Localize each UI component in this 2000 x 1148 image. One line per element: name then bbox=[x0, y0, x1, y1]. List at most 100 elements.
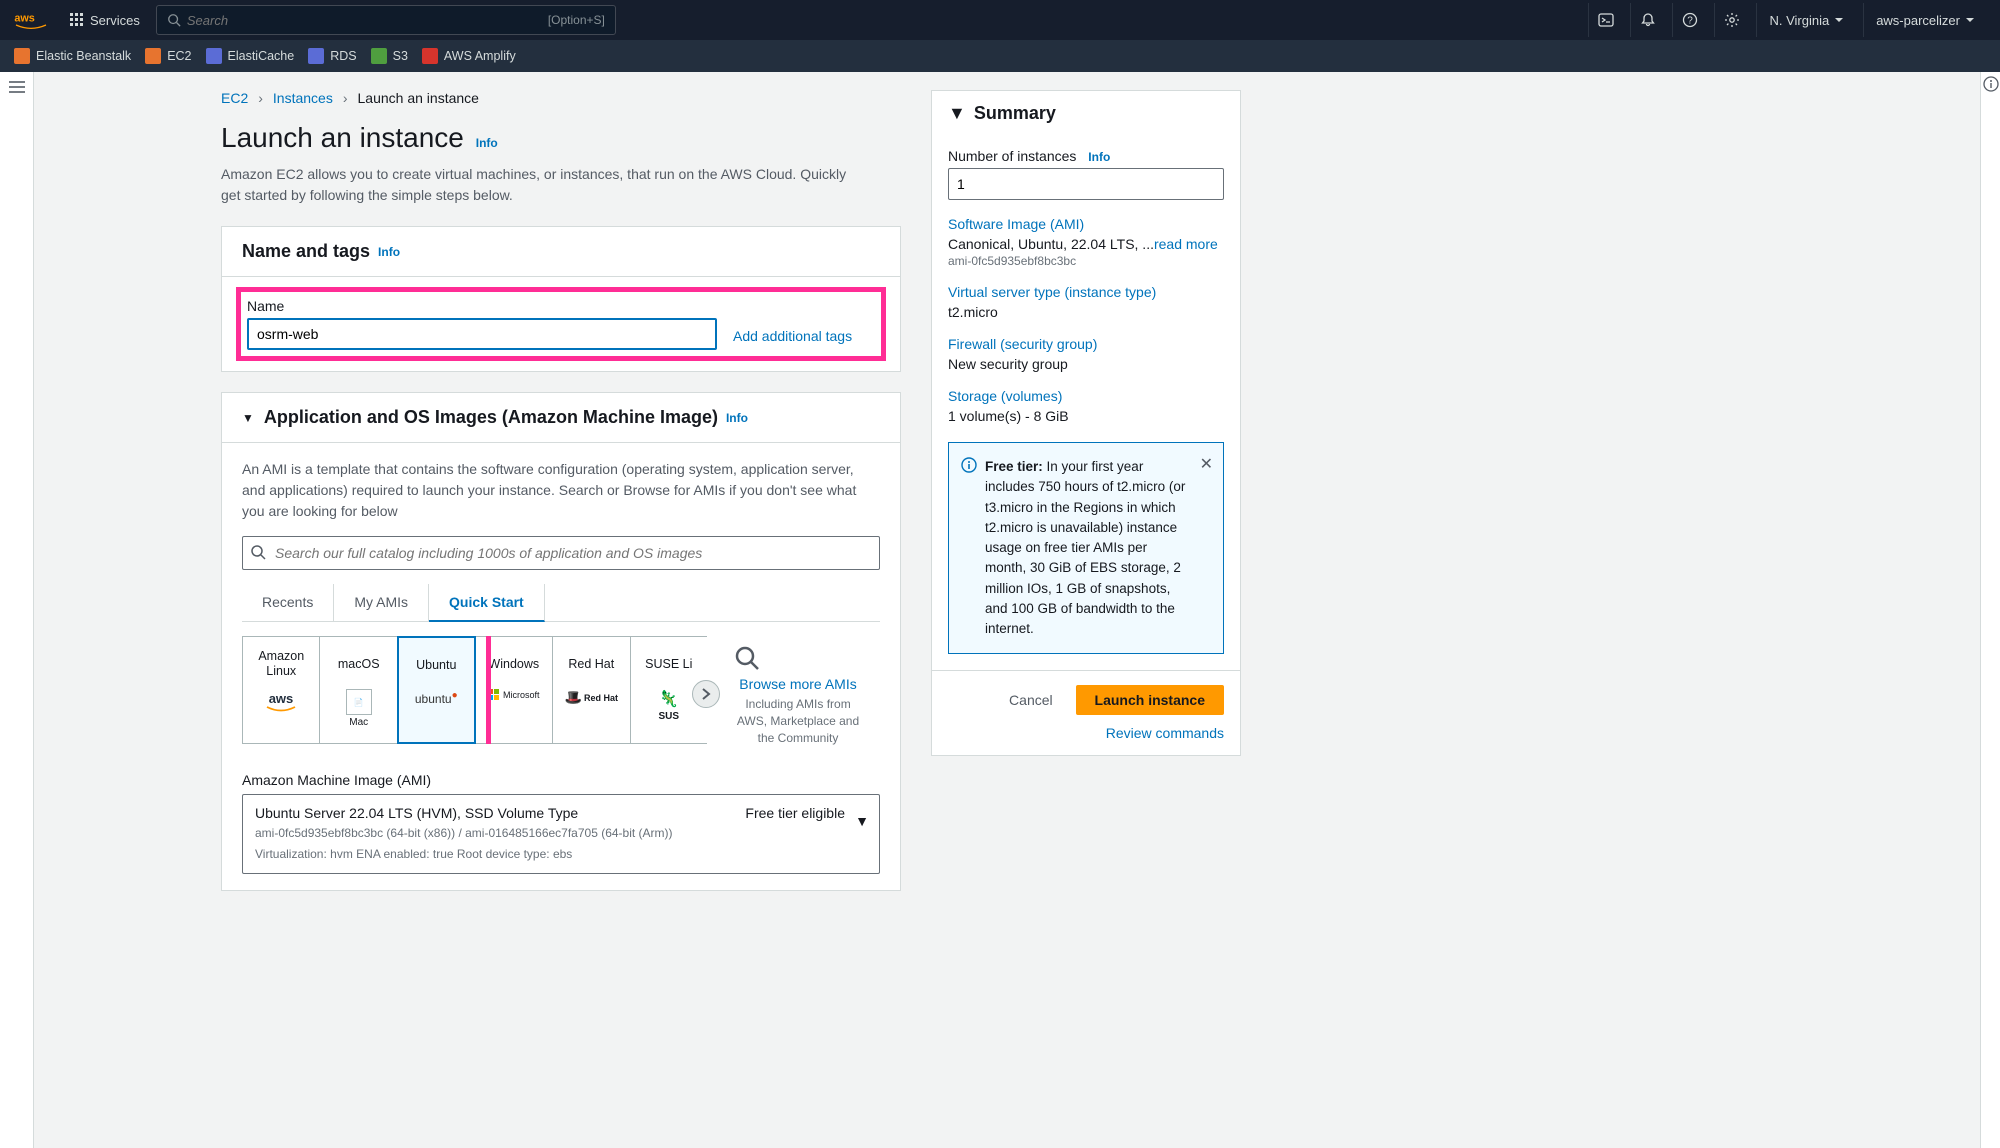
global-search[interactable]: [Option+S] bbox=[156, 5, 616, 35]
service-icon bbox=[14, 48, 30, 64]
chevron-down-icon bbox=[1966, 18, 1974, 22]
search-icon bbox=[250, 544, 266, 560]
service-icon bbox=[206, 48, 222, 64]
browse-more-amis[interactable]: Browse more AMIs Including AMIs from AWS,… bbox=[723, 636, 873, 754]
search-icon bbox=[167, 13, 181, 27]
cloudshell-icon[interactable] bbox=[1588, 3, 1622, 37]
svg-text:?: ? bbox=[1687, 16, 1693, 27]
collapse-icon[interactable]: ▼ bbox=[242, 411, 254, 425]
mac-logo: 📄Mac bbox=[346, 689, 372, 728]
favorite-elasticache[interactable]: ElastiCache bbox=[206, 48, 295, 64]
services-menu[interactable]: Services bbox=[62, 9, 148, 32]
ami-search-input[interactable] bbox=[242, 536, 880, 570]
account-menu[interactable]: aws-parcelizer bbox=[1863, 3, 1986, 37]
free-tier-alert: ✕ Free tier: In your first year includes… bbox=[948, 442, 1224, 654]
num-instances-input[interactable] bbox=[948, 168, 1224, 200]
panel-title: Name and tags bbox=[242, 241, 370, 262]
summary-sg-link[interactable]: Firewall (security group) bbox=[948, 336, 1224, 352]
help-icon[interactable]: ? bbox=[1672, 3, 1706, 37]
summary-storage-val: 1 volume(s) - 8 GiB bbox=[948, 408, 1224, 424]
aws-logo: aws bbox=[261, 689, 301, 715]
info-link[interactable]: Info bbox=[378, 245, 400, 259]
os-card-ubuntu[interactable]: Ubuntuubuntu● bbox=[397, 636, 476, 744]
breadcrumb-ec2[interactable]: EC2 bbox=[221, 90, 248, 106]
launch-instance-button[interactable]: Launch instance bbox=[1076, 685, 1224, 715]
chevron-down-icon: ▼ bbox=[855, 813, 869, 829]
chevron-right-icon: › bbox=[343, 90, 348, 106]
summary-title: Summary bbox=[974, 103, 1056, 124]
grid-icon bbox=[70, 13, 84, 27]
info-icon[interactable] bbox=[1983, 76, 1999, 1148]
favorite-elastic-beanstalk[interactable]: Elastic Beanstalk bbox=[14, 48, 131, 64]
breadcrumb-current: Launch an instance bbox=[358, 90, 479, 106]
ami-description: An AMI is a template that contains the s… bbox=[242, 459, 880, 522]
info-link[interactable]: Info bbox=[726, 411, 748, 425]
search-input[interactable] bbox=[181, 13, 548, 28]
add-tags-link[interactable]: Add additional tags bbox=[733, 328, 852, 350]
tab-quick-start[interactable]: Quick Start bbox=[429, 584, 545, 622]
browse-more-link[interactable]: Browse more AMIs bbox=[733, 676, 863, 692]
review-commands-link[interactable]: Review commands bbox=[948, 725, 1224, 741]
summary-panel: ▼ Summary Number of instances Info Softw… bbox=[931, 90, 1241, 756]
summary-ami-id: ami-0fc5d935ebf8bc3bc bbox=[948, 254, 1224, 268]
os-card-red-hat[interactable]: Red Hat🎩Red Hat bbox=[552, 636, 630, 744]
service-icon bbox=[145, 48, 161, 64]
search-icon bbox=[733, 644, 863, 672]
favorite-s3[interactable]: S3 bbox=[371, 48, 408, 64]
cancel-button[interactable]: Cancel bbox=[990, 685, 1072, 715]
tab-my-amis[interactable]: My AMIs bbox=[334, 584, 429, 621]
close-icon[interactable]: ✕ bbox=[1200, 453, 1213, 477]
microsoft-logo: Microsoft bbox=[488, 689, 540, 701]
settings-icon[interactable] bbox=[1714, 3, 1748, 37]
free-tier-badge: Free tier eligible bbox=[745, 805, 845, 821]
summary-type-val: t2.micro bbox=[948, 304, 1224, 320]
ami-selected-meta2: Virtualization: hvm ENA enabled: true Ro… bbox=[255, 846, 867, 863]
read-more-link[interactable]: read more bbox=[1154, 236, 1218, 252]
favorite-aws-amplify[interactable]: AWS Amplify bbox=[422, 48, 516, 64]
favorite-ec2[interactable]: EC2 bbox=[145, 48, 191, 64]
page-subtitle: Amazon EC2 allows you to create virtual … bbox=[221, 164, 861, 206]
tab-recents[interactable]: Recents bbox=[242, 584, 334, 621]
notifications-icon[interactable] bbox=[1630, 3, 1664, 37]
chevron-right-icon: › bbox=[258, 90, 263, 106]
service-icon bbox=[422, 48, 438, 64]
sus-logo: 🦎SUS bbox=[658, 689, 679, 722]
breadcrumb: EC2 › Instances › Launch an instance bbox=[221, 90, 901, 106]
summary-type-link[interactable]: Virtual server type (instance type) bbox=[948, 284, 1224, 300]
info-link[interactable]: Info bbox=[1088, 150, 1110, 164]
favorite-rds[interactable]: RDS bbox=[308, 48, 356, 64]
ami-tabs: RecentsMy AMIsQuick Start bbox=[242, 584, 880, 622]
name-tags-panel: Name and tags Info Name Add additional t… bbox=[221, 226, 901, 372]
redhat-logo: 🎩Red Hat bbox=[565, 689, 618, 706]
ami-field-label: Amazon Machine Image (AMI) bbox=[242, 772, 880, 788]
search-shortcut: [Option+S] bbox=[548, 13, 605, 27]
aws-logo[interactable]: aws bbox=[14, 10, 48, 30]
ami-dropdown[interactable]: Ubuntu Server 22.04 LTS (HVM), SSD Volum… bbox=[242, 794, 880, 874]
right-rail bbox=[1980, 72, 2000, 1148]
collapse-icon[interactable]: ▼ bbox=[948, 103, 966, 124]
os-card-row: Amazon LinuxawsmacOS📄MacUbuntuubuntu●Win… bbox=[242, 636, 880, 754]
os-card-macos[interactable]: macOS📄Mac bbox=[319, 636, 397, 744]
num-instances-label: Number of instances bbox=[948, 148, 1076, 164]
name-highlight-box: Name Add additional tags bbox=[236, 287, 886, 361]
top-nav: aws Services [Option+S] ? N. Virginia aw… bbox=[0, 0, 2000, 40]
breadcrumb-instances[interactable]: Instances bbox=[273, 90, 333, 106]
os-card-amazon-linux[interactable]: Amazon Linuxaws bbox=[242, 636, 320, 744]
scroll-right-button[interactable] bbox=[692, 680, 720, 708]
browse-more-subtext: Including AMIs from AWS, Marketplace and… bbox=[733, 696, 863, 746]
name-label: Name bbox=[247, 298, 717, 314]
region-selector[interactable]: N. Virginia bbox=[1756, 3, 1855, 37]
hamburger-icon[interactable] bbox=[9, 80, 25, 1148]
summary-storage-link[interactable]: Storage (volumes) bbox=[948, 388, 1224, 404]
summary-ami-link[interactable]: Software Image (AMI) bbox=[948, 216, 1224, 232]
ami-search[interactable] bbox=[242, 536, 880, 570]
ubuntu-logo: ubuntu● bbox=[415, 690, 458, 706]
favorites-bar: Elastic Beanstalk EC2 ElastiCache RDS S3 AWS … bbox=[0, 40, 2000, 72]
services-label: Services bbox=[90, 13, 140, 28]
chevron-down-icon bbox=[1835, 18, 1843, 22]
os-card-windows[interactable]: WindowsMicrosoft bbox=[475, 636, 553, 744]
page-title: Launch an instance bbox=[221, 122, 464, 153]
info-link[interactable]: Info bbox=[476, 136, 498, 150]
instance-name-input[interactable] bbox=[247, 318, 717, 350]
alert-bold: Free tier: bbox=[985, 459, 1043, 474]
